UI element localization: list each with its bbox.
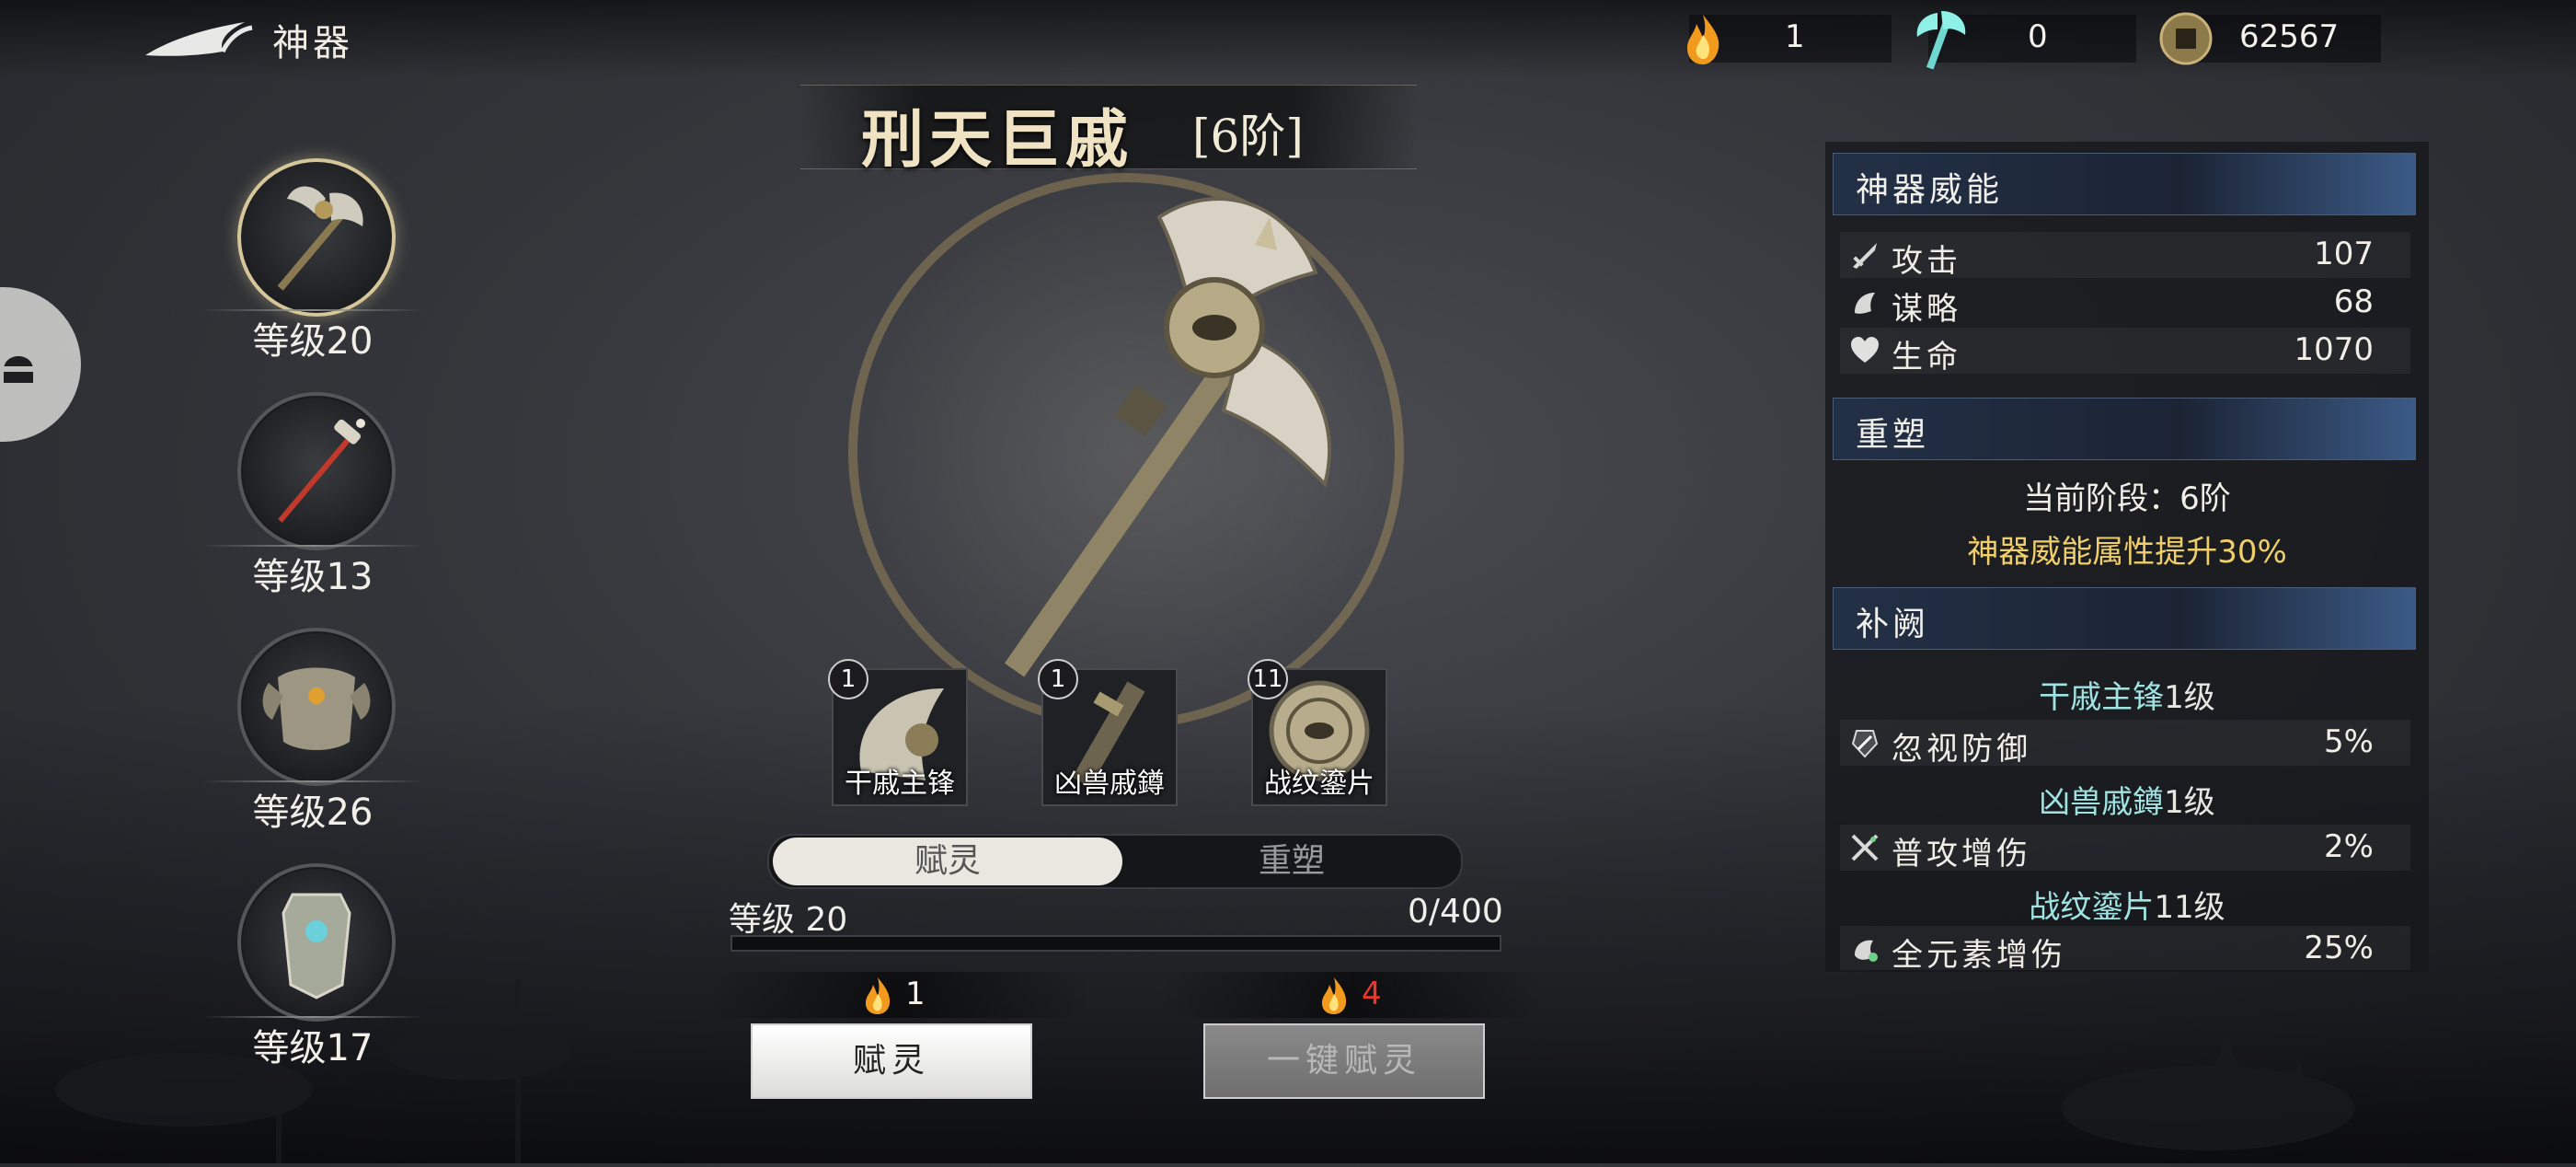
equip-slot-staff[interactable] (237, 392, 396, 550)
stat-value: 2% (2324, 828, 2374, 865)
part-rune-plate[interactable]: 11 战纹鎏片 (1248, 659, 1387, 806)
supplement-section-header: 补阙 (1833, 587, 2416, 650)
supplement-part-heading: 凶兽戚鐏1级 (1825, 777, 2429, 822)
equip-slot-armor[interactable] (237, 628, 396, 786)
part-label: 战纹鎏片 (1264, 768, 1374, 800)
side-drawer-tab[interactable] (0, 287, 81, 442)
axe-icon (277, 186, 363, 291)
part-count: 11 (1248, 659, 1288, 699)
power-section-title: 神器威能 (1856, 171, 2004, 209)
stat-value: 25% (2304, 930, 2374, 966)
page-title: 神器 (272, 22, 353, 64)
batch-empower-button[interactable]: 一键赋灵 (1203, 1023, 1485, 1099)
equip-level-armor: 等级26 (252, 791, 374, 834)
cost-batch: 4 (1159, 972, 1546, 1018)
armor-icon (262, 667, 371, 750)
stat-value: 68 (2333, 283, 2374, 320)
heart-icon (1851, 337, 1879, 363)
exp-progress-bar (730, 935, 1501, 952)
axe-material-resource: 0 (1916, 11, 2136, 70)
part-label: 凶兽戚鐏 (1054, 768, 1165, 800)
coin-count: 62567 (2239, 18, 2340, 55)
part-count: 1 (1038, 659, 1078, 699)
weapon-name: 刑天巨戚 (861, 103, 1134, 177)
remold-bonus-text: 神器威能属性提升30% (1967, 534, 2287, 571)
part-beast-pommel[interactable]: 1 凶兽戚鐏 (1038, 659, 1178, 806)
stat-row-strategy: 谋略 68 (1840, 280, 2410, 328)
equip-level-staff: 等级13 (252, 556, 374, 598)
coin-resource: 62567 (2159, 12, 2381, 65)
flame-icon (866, 977, 891, 1014)
supplement-part-name: 凶兽戚鐏 (2039, 784, 2165, 821)
back-swirl-icon (145, 22, 253, 56)
element-icon (1855, 940, 1878, 962)
cost-single-value: 1 (905, 976, 926, 1012)
equip-slot-axe[interactable] (237, 158, 396, 317)
axe-material-count: 0 (2028, 18, 2048, 55)
remold-section-title: 重塑 (1856, 416, 1930, 454)
flame-icon (1322, 977, 1347, 1014)
equip-level-shield: 等级17 (252, 1027, 374, 1069)
supplement-part-level: 1级 (2164, 679, 2215, 716)
stat-value: 1070 (2294, 331, 2374, 368)
shield-icon (282, 893, 351, 999)
stats-panel: 神器威能 攻击 107 谋略 68 生命 1070 重塑 当前阶段：6阶 神器威… (1825, 142, 2429, 974)
supplement-part-level: 1级 (2164, 784, 2215, 821)
stat-name: 全元素增伤 (1892, 937, 2066, 974)
part-main-blade[interactable]: 1 干戚主锋 (828, 659, 968, 806)
mode-toggle: 赋灵 重塑 (767, 834, 1463, 889)
sword-icon (1853, 243, 1877, 269)
stat-row-attack: 攻击 107 (1840, 232, 2410, 280)
supplement-stat-row: 全元素增伤 25% (1840, 926, 2410, 974)
back-button[interactable] (138, 9, 258, 68)
power-section-header: 神器威能 (1833, 153, 2416, 215)
stat-name: 生命 (1892, 339, 1961, 376)
level-label: 等级 20 (729, 901, 848, 939)
weapon-axe-illustration (1004, 197, 1332, 677)
stat-row-hp: 生命 1070 (1840, 328, 2410, 376)
flame-icon (1687, 15, 1719, 64)
flame-count: 1 (1785, 18, 1805, 55)
weapon-tier: [6阶] (1192, 110, 1304, 163)
equip-slot-shield[interactable] (237, 863, 396, 1022)
stat-name: 攻击 (1892, 243, 1961, 280)
stat-name: 普攻增伤 (1892, 836, 2031, 872)
supplement-stat-row: 忽视防御 5% (1840, 720, 2410, 768)
axe-material-icon (1916, 11, 1966, 70)
supplement-part-level: 11级 (2154, 889, 2225, 926)
tab-remold[interactable]: 重塑 (1122, 836, 1461, 887)
equip-level-axe: 等级20 (252, 320, 374, 363)
empower-button[interactable]: 赋灵 (751, 1023, 1032, 1099)
cost-batch-value: 4 (1362, 976, 1382, 1012)
supplement-part-heading: 战纹鎏片11级 (1825, 882, 2429, 927)
supplement-stat-row: 普攻增伤 2% (1840, 825, 2410, 872)
cost-single: 1 (705, 972, 1091, 1018)
staff-icon (278, 419, 365, 523)
remold-section-header: 重塑 (1833, 398, 2416, 460)
tab-empower[interactable]: 赋灵 (773, 838, 1122, 885)
supplement-part-name: 干戚主锋 (2039, 679, 2165, 716)
supplement-part-name: 战纹鎏片 (2029, 889, 2155, 926)
cross-swords-icon (1851, 834, 1879, 861)
remold-stage-text: 当前阶段：6阶 (2023, 480, 2231, 517)
stat-name: 谋略 (1892, 291, 1961, 328)
strategy-icon (1855, 293, 1875, 314)
stat-value: 107 (2314, 236, 2374, 272)
supplement-part-heading: 干戚主锋1级 (1825, 672, 2429, 717)
flame-resource: 1 (1687, 15, 1892, 64)
coin-icon (2159, 12, 2213, 65)
stat-value: 5% (2324, 723, 2374, 760)
supplement-section-title: 补阙 (1856, 606, 1930, 643)
part-count: 1 (828, 659, 868, 699)
pierce-icon (1851, 730, 1879, 758)
part-label: 干戚主锋 (845, 768, 955, 800)
stat-name: 忽视防御 (1892, 731, 2031, 768)
helmet-icon (4, 356, 33, 383)
exp-progress-text: 0/400 (1408, 893, 1503, 930)
